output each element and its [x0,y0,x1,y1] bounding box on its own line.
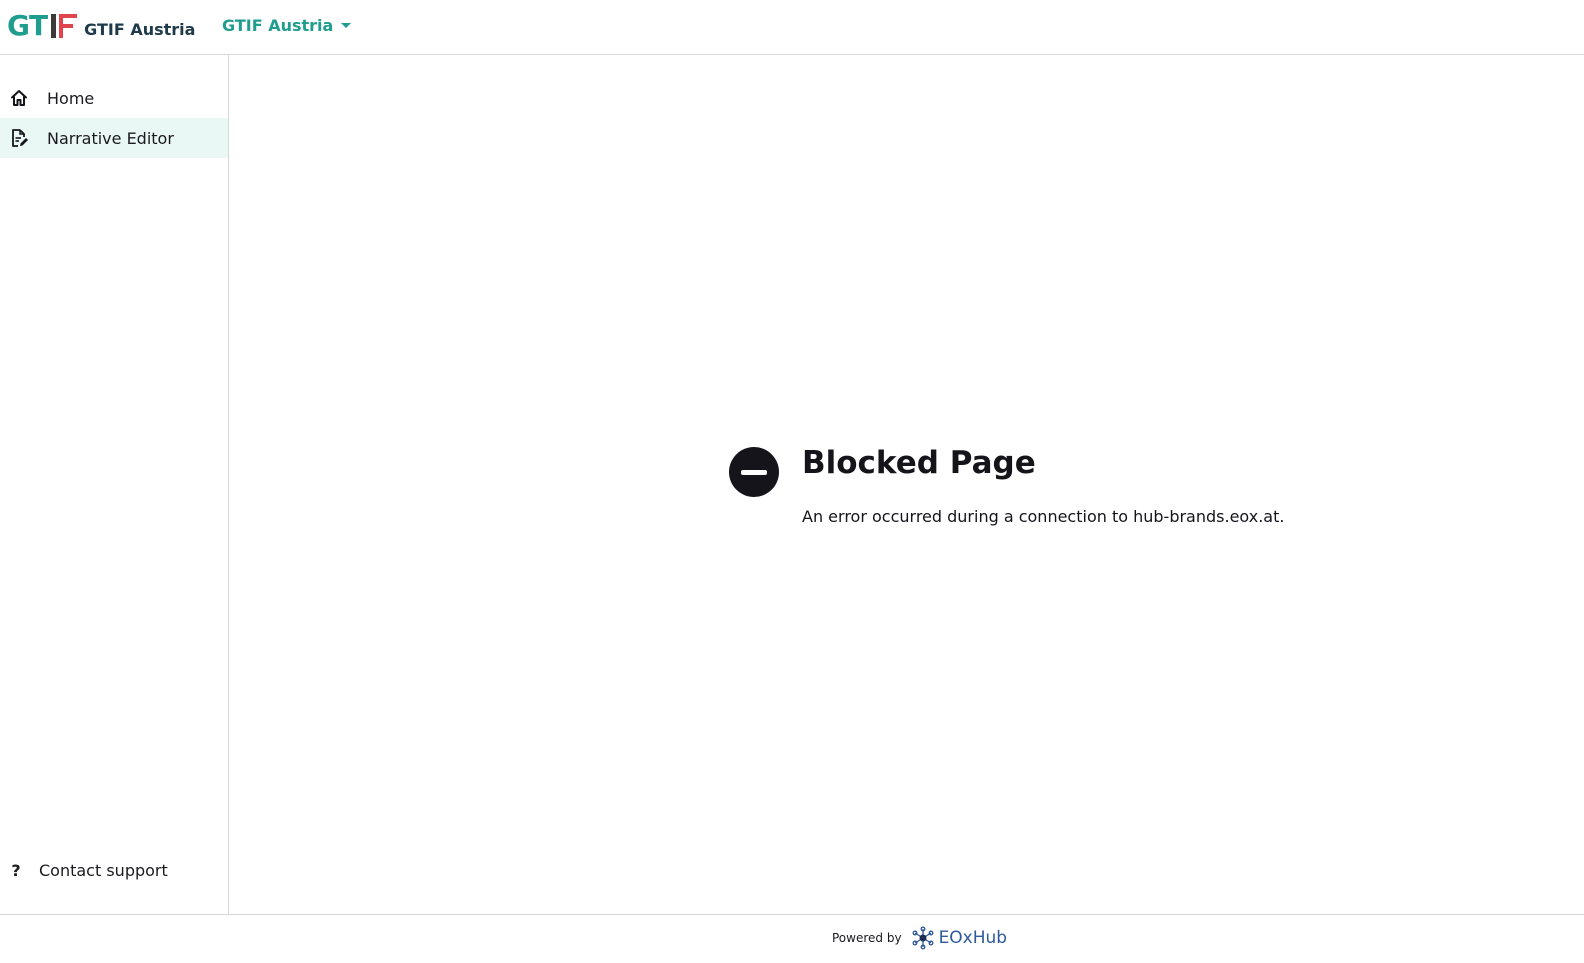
contact-support-label: Contact support [39,860,168,880]
gtif-logo-mark: G T [7,9,78,42]
blocked-icon [729,447,779,497]
eoxhub-network-icon [912,926,934,950]
logo-letter-f [59,14,78,38]
eoxhub-logo: EOxHub [911,926,1008,950]
blocked-page-message: Blocked Page An error occurred during a … [729,445,1349,545]
sidebar: Home Narrative Editor ? Contact support [0,55,229,914]
logo-letter-i [51,14,57,38]
chevron-down-icon [341,22,352,28]
main-content: Blocked Page An error occurred during a … [229,55,1584,914]
eoxhub-name: EOxHub [938,928,1008,948]
top-bar: G T GTIF Austria GTIF Austria [0,0,1584,55]
edit-document-icon [9,128,29,148]
sidebar-item-narrative-editor[interactable]: Narrative Editor [0,118,228,158]
page-title: Blocked Page [802,445,1036,481]
footer: Powered by EOxHub [0,914,1584,963]
logo-letter-t: T [28,9,48,42]
powered-by[interactable]: Powered by EOxHub [832,925,1007,951]
sidebar-item-label: Narrative Editor [47,128,174,148]
gtif-logo[interactable]: G T GTIF Austria [7,10,195,40]
logo-text: GTIF Austria [84,20,196,39]
powered-by-label: Powered by [832,931,902,945]
home-icon [9,88,29,108]
sidebar-item-label: Home [47,88,95,108]
sidebar-item-home[interactable]: Home [0,78,228,118]
contact-support-link[interactable]: ? Contact support [0,855,228,885]
brand-select-label: GTIF Austria [222,15,334,35]
logo-letter-g: G [7,9,30,42]
error-message: An error occurred during a connection to… [802,507,1285,526]
brand-select-dropdown[interactable]: GTIF Austria [222,14,352,36]
help-icon: ? [11,860,21,880]
